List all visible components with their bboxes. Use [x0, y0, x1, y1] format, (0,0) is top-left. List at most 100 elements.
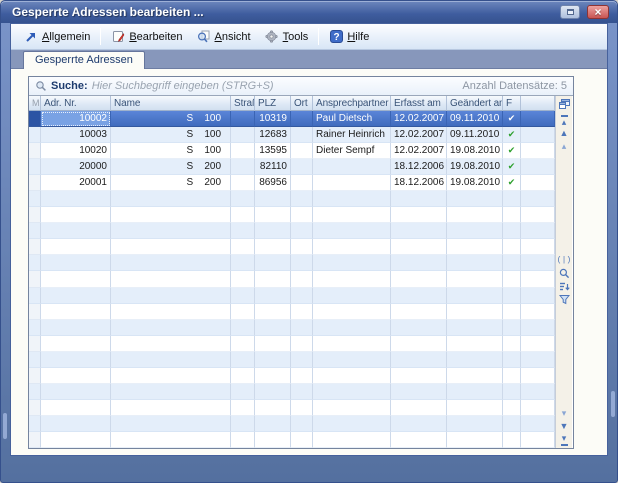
column-header-plz[interactable]: PLZ: [255, 96, 291, 111]
cell-strasse[interactable]: [231, 175, 255, 191]
title-bar[interactable]: Gesperrte Adressen bearbeiten ... ×: [1, 1, 617, 23]
cell-erfasst_am[interactable]: [391, 416, 447, 432]
menu-item-allgemein[interactable]: Allgemein: [17, 27, 97, 46]
cell-plz[interactable]: [255, 400, 291, 416]
cell-strasse[interactable]: [231, 336, 255, 352]
cell-filler[interactable]: [521, 352, 555, 368]
cell-f[interactable]: [503, 207, 521, 223]
tab-gesperrte-adressen[interactable]: Gesperrte Adressen: [23, 51, 145, 69]
cell-erfasst_am[interactable]: 12.02.2007: [391, 143, 447, 159]
cell-erfasst_am[interactable]: [391, 288, 447, 304]
cell-ort[interactable]: [291, 368, 313, 384]
cell-m[interactable]: [29, 175, 41, 191]
table-row-empty[interactable]: [29, 288, 555, 304]
cell-ort[interactable]: [291, 336, 313, 352]
cell-filler[interactable]: [521, 304, 555, 320]
cell-name[interactable]: S 200: [111, 175, 231, 191]
cell-filler[interactable]: [521, 288, 555, 304]
scroll-to-top-icon[interactable]: ▴: [557, 114, 572, 127]
cell-name[interactable]: S 100: [111, 143, 231, 159]
cell-ansprechpartner[interactable]: [313, 223, 391, 239]
cell-ort[interactable]: [291, 175, 313, 191]
cell-strasse[interactable]: [231, 384, 255, 400]
cell-geaendert_am[interactable]: [447, 191, 503, 207]
cell-erfasst_am[interactable]: [391, 304, 447, 320]
cell-plz[interactable]: [255, 352, 291, 368]
table-row[interactable]: 20000S 2008211018.12.200619.08.2010✔: [29, 159, 555, 175]
cell-f[interactable]: ✔: [503, 127, 521, 143]
table-row-empty[interactable]: [29, 255, 555, 271]
cell-plz[interactable]: [255, 320, 291, 336]
sort-icon[interactable]: [557, 280, 572, 293]
cell-adr_nr[interactable]: [41, 352, 111, 368]
cell-adr_nr[interactable]: [41, 191, 111, 207]
cell-f[interactable]: [503, 271, 521, 287]
cell-plz[interactable]: [255, 255, 291, 271]
cell-name[interactable]: [111, 271, 231, 287]
table-row-empty[interactable]: [29, 207, 555, 223]
cell-geaendert_am[interactable]: [447, 336, 503, 352]
cell-adr_nr[interactable]: [41, 288, 111, 304]
cell-plz[interactable]: 10319: [255, 111, 291, 127]
cell-m[interactable]: [29, 304, 41, 320]
cell-m[interactable]: [29, 271, 41, 287]
column-header-ansprechpartner[interactable]: Ansprechpartner: [313, 96, 391, 111]
cell-m[interactable]: [29, 432, 41, 448]
cell-plz[interactable]: [255, 288, 291, 304]
left-resize-grip[interactable]: [3, 413, 7, 439]
cell-erfasst_am[interactable]: [391, 239, 447, 255]
cell-geaendert_am[interactable]: [447, 304, 503, 320]
cell-plz[interactable]: 82110: [255, 159, 291, 175]
cell-filler[interactable]: [521, 239, 555, 255]
cell-m[interactable]: [29, 159, 41, 175]
cell-f[interactable]: ✔: [503, 111, 521, 127]
cell-adr_nr[interactable]: [41, 432, 111, 448]
cell-name[interactable]: [111, 223, 231, 239]
table-row-empty[interactable]: [29, 239, 555, 255]
table-row-empty[interactable]: [29, 368, 555, 384]
cell-strasse[interactable]: [231, 255, 255, 271]
cell-plz[interactable]: 13595: [255, 143, 291, 159]
cell-name[interactable]: [111, 207, 231, 223]
cell-ort[interactable]: [291, 143, 313, 159]
cell-name[interactable]: S 100: [111, 111, 231, 127]
cell-f[interactable]: ✔: [503, 143, 521, 159]
cell-plz[interactable]: [255, 304, 291, 320]
search-input[interactable]: [92, 80, 459, 92]
table-row[interactable]: 10020S 10013595Dieter Sempf12.02.200719.…: [29, 143, 555, 159]
cell-name[interactable]: [111, 384, 231, 400]
cell-name[interactable]: [111, 304, 231, 320]
cell-m[interactable]: [29, 223, 41, 239]
cell-strasse[interactable]: [231, 239, 255, 255]
table-row-empty[interactable]: [29, 223, 555, 239]
cell-name[interactable]: [111, 288, 231, 304]
cell-adr_nr[interactable]: [41, 416, 111, 432]
cell-ansprechpartner[interactable]: [313, 239, 391, 255]
cell-m[interactable]: [29, 111, 41, 127]
cell-strasse[interactable]: [231, 143, 255, 159]
cell-geaendert_am[interactable]: [447, 271, 503, 287]
cell-strasse[interactable]: [231, 127, 255, 143]
column-header-f[interactable]: F: [503, 96, 521, 111]
cell-adr_nr[interactable]: [41, 400, 111, 416]
cell-ort[interactable]: [291, 255, 313, 271]
right-resize-grip[interactable]: [611, 391, 615, 417]
cell-m[interactable]: [29, 239, 41, 255]
menu-item-ansicht[interactable]: Ansicht: [190, 27, 258, 46]
cell-geaendert_am[interactable]: [447, 239, 503, 255]
cell-geaendert_am[interactable]: [447, 207, 503, 223]
search-rows-icon[interactable]: [557, 267, 572, 280]
cell-m[interactable]: [29, 352, 41, 368]
cell-plz[interactable]: [255, 432, 291, 448]
cell-strasse[interactable]: [231, 320, 255, 336]
cell-ort[interactable]: [291, 159, 313, 175]
cell-ort[interactable]: [291, 111, 313, 127]
cell-ansprechpartner[interactable]: [313, 175, 391, 191]
cell-name[interactable]: [111, 239, 231, 255]
cell-filler[interactable]: [521, 159, 555, 175]
column-header-filler[interactable]: [521, 96, 555, 111]
cell-ansprechpartner[interactable]: [313, 320, 391, 336]
cell-adr_nr[interactable]: [41, 223, 111, 239]
column-header-erfasst_am[interactable]: Erfasst am: [391, 96, 447, 111]
cell-ort[interactable]: [291, 432, 313, 448]
